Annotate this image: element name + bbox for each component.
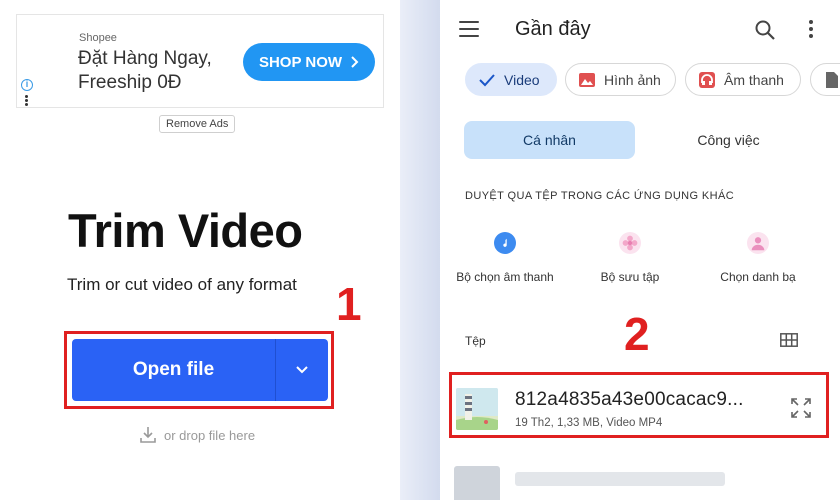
divider-strip — [400, 0, 440, 500]
browse-section-label: DUYỆT QUA TỆP TRONG CÁC ỨNG DỤNG KHÁC — [465, 190, 735, 202]
chevron-right-icon — [351, 56, 359, 68]
file-name: 812a4835a43e00cacac9... — [515, 389, 744, 410]
chip-images[interactable]: Hình ảnh — [565, 63, 676, 96]
search-icon[interactable] — [754, 19, 776, 41]
source-audio-picker-label: Bộ chọn âm thanh — [456, 270, 554, 284]
chip-video[interactable]: Video — [465, 63, 557, 96]
source-more[interactable]: C — [772, 232, 840, 284]
file-picker: Gần đây Video Hình ảnh Âm thanh Cá nhân … — [440, 0, 840, 500]
trim-video-page: i Shopee Đặt Hàng Ngay, Freeship 0Đ SHOP… — [0, 0, 400, 500]
source-gallery-label: Bộ sưu tập — [600, 270, 660, 284]
page-title: Trim Video — [68, 204, 303, 257]
download-icon — [140, 427, 156, 443]
file-meta: 19 Th2, 1,33 MB, Video MP4 — [515, 417, 663, 429]
files-section-label: Tệp — [465, 334, 486, 348]
step-number-1: 1 — [336, 278, 362, 330]
drop-zone[interactable]: or drop file here — [138, 425, 255, 445]
source-more-label: C — [772, 270, 840, 284]
chip-audio-label: Âm thanh — [724, 71, 784, 88]
document-icon — [826, 71, 838, 88]
ad-headline-line2: Freeship 0Đ — [78, 72, 182, 93]
remove-ads-button[interactable]: Remove Ads — [159, 115, 236, 133]
ad-banner[interactable]: i Shopee Đặt Hàng Ngay, Freeship 0Đ SHOP… — [16, 14, 384, 108]
open-file-dropdown[interactable] — [275, 339, 328, 401]
chip-documents[interactable] — [810, 63, 840, 96]
open-file-button[interactable]: Open file — [72, 339, 275, 401]
info-icon[interactable]: i — [21, 79, 33, 91]
shop-now-button[interactable]: SHOP NOW — [243, 43, 375, 81]
segment-personal[interactable]: Cá nhân — [464, 121, 635, 159]
chip-video-label: Video — [504, 71, 540, 88]
headphones-icon — [699, 71, 715, 88]
source-more-icon — [801, 232, 823, 254]
check-icon — [479, 73, 495, 86]
file-list-item[interactable]: 812a4835a43e00cacac9... 19 Th2, 1,33 MB,… — [452, 375, 826, 435]
video-thumbnail — [456, 388, 498, 430]
app-title: Gần đây — [515, 18, 591, 40]
page-subtitle: Trim or cut video of any format — [67, 275, 297, 294]
expand-icon[interactable] — [790, 397, 812, 419]
chevron-down-icon — [296, 366, 308, 374]
segment-work[interactable]: Công việc — [643, 121, 814, 159]
file-list-item-next[interactable] — [452, 462, 826, 500]
more-vert-icon[interactable] — [809, 20, 815, 40]
hamburger-icon[interactable] — [459, 21, 479, 37]
source-gallery[interactable]: Bộ sưu tập — [565, 232, 695, 284]
chip-images-label: Hình ảnh — [604, 71, 661, 88]
ad-headline: Đặt Hàng Ngay, Freeship 0Đ — [78, 47, 212, 95]
flower-icon — [619, 232, 641, 254]
step-number-2: 2 — [624, 308, 650, 360]
file-name-next — [515, 472, 725, 486]
contacts-icon — [747, 232, 769, 254]
video-thumbnail-next — [454, 466, 500, 500]
vertical-dots-icon[interactable] — [25, 95, 29, 107]
source-audio-picker[interactable]: Bộ chọn âm thanh — [440, 232, 570, 284]
ad-headline-line1: Đặt Hàng Ngay, — [78, 48, 212, 69]
drop-hint: or drop file here — [164, 427, 256, 443]
open-file-button-group[interactable]: Open file — [72, 339, 328, 401]
grid-view-icon[interactable] — [780, 333, 798, 347]
image-icon — [579, 72, 595, 87]
chip-audio[interactable]: Âm thanh — [685, 63, 801, 96]
ad-brand: Shopee — [79, 32, 117, 44]
music-note-icon — [494, 232, 516, 254]
shop-now-label: SHOP NOW — [258, 53, 343, 71]
